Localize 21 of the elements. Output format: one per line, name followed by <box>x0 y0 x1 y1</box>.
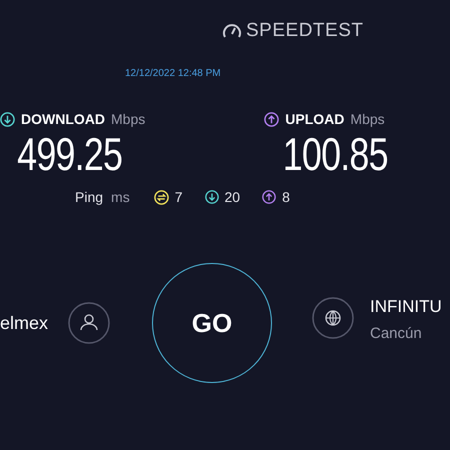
ping-value: 20 <box>224 189 240 205</box>
unit-label: ms <box>111 189 130 205</box>
ping-label: Ping <box>75 189 104 205</box>
server-location: Cancún <box>370 324 423 342</box>
user-icon[interactable] <box>68 302 110 344</box>
test-timestamp: 12/12/2022 12:48 PM <box>124 68 222 79</box>
go-button[interactable]: GO <box>152 263 272 383</box>
brand-logo: SPEEDTEST <box>246 20 364 42</box>
gauge-icon <box>222 22 242 40</box>
unit-label: Mbps <box>111 111 146 127</box>
unit-label: Mbps <box>350 111 385 127</box>
globe-icon[interactable] <box>312 296 354 338</box>
result-label: UPLOAD <box>285 111 344 127</box>
provider-name: elmex <box>0 312 48 334</box>
speed-value: 100.85 <box>282 129 388 179</box>
speed-value: 499.25 <box>16 129 122 179</box>
ping-value: 8 <box>282 189 290 205</box>
server-name: INFINITU <box>370 296 442 316</box>
ping-icon <box>154 190 169 204</box>
result-label: DOWNLOAD <box>21 111 105 127</box>
ping-value: 7 <box>174 189 182 205</box>
